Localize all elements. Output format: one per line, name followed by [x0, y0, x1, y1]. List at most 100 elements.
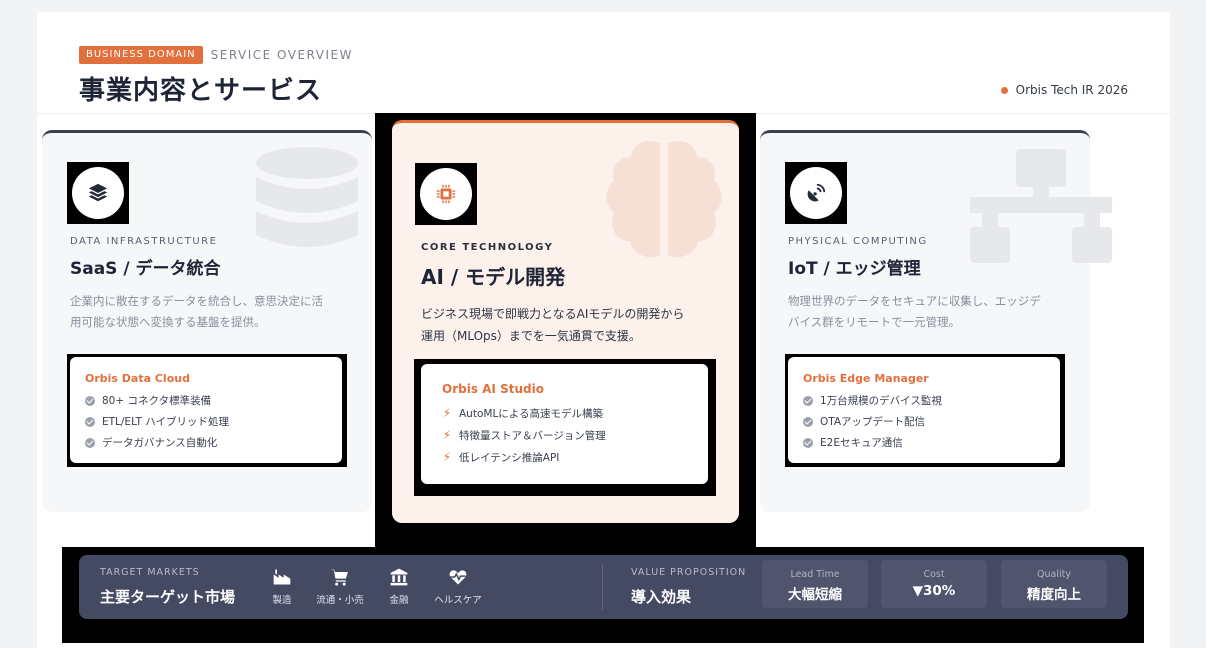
heartbeat-icon — [449, 570, 467, 585]
header: BUSINESS DOMAIN SERVICE OVERVIEW 事業内容とサー… — [37, 12, 1170, 114]
card-eyebrow: DATA INFRASTRUCTURE — [70, 236, 218, 247]
metric-value: 大幅短縮 — [788, 587, 842, 603]
product-name: Orbis Edge Manager — [803, 372, 929, 385]
feature-list: 1万台規模のデバイス監視 OTAアップデート配信 E2Eセキュア通信 — [803, 390, 942, 453]
feature-text: OTAアップデート配信 — [820, 416, 926, 428]
industry-icon — [273, 569, 291, 585]
feature-box: Orbis Data Cloud 80+ コネクタ標準装備 ETL/ELT ハイ… — [70, 357, 342, 463]
feature-text: AutoMLによる高速モデル構築 — [459, 407, 603, 420]
card-physical-computing: PHYSICAL COMPUTING IoT / エッジ管理 物理世界のデータを… — [760, 130, 1112, 512]
cart-icon — [330, 569, 348, 586]
feature-text: データガバナンス自動化 — [102, 437, 218, 449]
icon-frame — [67, 162, 129, 224]
feature-item: OTAアップデート配信 — [803, 411, 942, 432]
check-circle-icon — [803, 416, 813, 427]
desc-line: 企業内に散在するデータを統合し、意思決定に活 — [70, 294, 323, 308]
icon-circle — [420, 168, 472, 220]
desc-line: 用可能な状態へ変換する基盤を提供。 — [70, 315, 266, 329]
metric-value: 精度向上 — [1027, 587, 1081, 603]
check-circle-icon — [803, 395, 813, 406]
card-description: 企業内に散在するデータを統合し、意思決定に活 用可能な状態へ変換する基盤を提供。 — [70, 291, 323, 333]
feature-text: E2Eセキュア通信 — [820, 437, 903, 449]
feature-frame: Orbis Data Cloud 80+ コネクタ標準装備 ETL/ELT ハイ… — [67, 354, 347, 467]
desc-line: バイス群をリモートで一元管理。 — [788, 315, 961, 329]
feature-text: ETL/ELT ハイブリッド処理 — [102, 416, 230, 428]
divider — [602, 564, 603, 610]
market-label: 流通・小売 — [316, 595, 364, 606]
desc-line: 物理世界のデータをセキュアに収集し、エッジデ — [788, 294, 1041, 308]
bolt-icon: ⚡ — [442, 428, 452, 442]
icon-frame — [785, 162, 847, 224]
card-description: ビジネス現場で即戦力となるAIモデルの開発から 運用（MLOps）までを一気通貫… — [421, 303, 684, 347]
bottom-bar: TARGET MARKETS 主要ターゲット市場 製造 流通・小売 金融 ヘルス… — [79, 555, 1128, 619]
market-label: ヘルスケア — [434, 595, 482, 606]
metric-label: Cost — [923, 569, 945, 580]
card-eyebrow: PHYSICAL COMPUTING — [788, 236, 928, 247]
feature-box: Orbis AI Studio ⚡ AutoMLによる高速モデル構築 ⚡ 特徴量スト… — [421, 364, 708, 484]
bolt-icon: ⚡ — [442, 406, 452, 420]
check-circle-icon — [803, 437, 813, 448]
card-description: 物理世界のデータをセキュアに収集し、エッジデ バイス群をリモートで一元管理。 — [788, 291, 1041, 333]
icon-circle — [790, 167, 842, 219]
feature-item: E2Eセキュア通信 — [803, 432, 942, 453]
metric-cost: Cost ▼30% — [881, 560, 987, 608]
card-core-technology: CORE TECHNOLOGY AI / モデル開発 ビジネス現場で即戦力となる… — [392, 120, 739, 523]
icon-circle — [72, 167, 124, 219]
check-circle-icon — [85, 395, 95, 406]
brand-dot-icon — [1000, 86, 1008, 94]
brand-text: Orbis Tech IR 2026 — [1015, 83, 1128, 97]
database-icon — [256, 147, 358, 247]
metric-label: Lead Time — [790, 569, 840, 580]
feature-item: 1万台規模のデバイス監視 — [803, 390, 942, 411]
section-subtag: SERVICE OVERVIEW — [210, 48, 353, 62]
value-title: 導入効果 — [631, 588, 692, 606]
satellite-dish-icon — [807, 183, 826, 202]
feature-text: 特徴量ストア＆バージョン管理 — [459, 429, 606, 442]
bolt-icon: ⚡ — [442, 450, 452, 464]
cpu-chip-icon — [436, 184, 456, 204]
feature-frame: Orbis AI Studio ⚡ AutoMLによる高速モデル構築 ⚡ 特徴量スト… — [414, 359, 716, 496]
card-data-infrastructure: DATA INFRASTRUCTURE SaaS / データ統合 企業内に散在す… — [42, 130, 372, 512]
desc-line: ビジネス現場で即戦力となるAIモデルの開発から — [421, 307, 685, 321]
section-tag: BUSINESS DOMAIN — [79, 46, 203, 64]
product-name: Orbis AI Studio — [442, 382, 544, 396]
card-title: SaaS / データ統合 — [70, 259, 221, 279]
market-label: 製造 — [272, 595, 292, 606]
card-eyebrow: CORE TECHNOLOGY — [421, 242, 554, 253]
market-retail: 流通・小売 — [310, 567, 370, 606]
card-title: AI / モデル開発 — [421, 265, 566, 289]
page-title: 事業内容とサービス — [79, 76, 323, 106]
feature-text: 低レイテンシ推論API — [459, 451, 560, 464]
market-manufacturing: 製造 — [252, 567, 312, 606]
tag-row: BUSINESS DOMAIN SERVICE OVERVIEW — [79, 46, 353, 64]
card-title: IoT / エッジ管理 — [788, 259, 921, 279]
check-circle-icon — [85, 416, 95, 427]
feature-frame: Orbis Edge Manager 1万台規模のデバイス監視 OTAアップデー… — [785, 354, 1065, 467]
value-label: VALUE PROPOSITION — [631, 567, 747, 578]
feature-text: 80+ コネクタ標準装備 — [102, 395, 212, 407]
feature-item: ⚡ 低レイテンシ推論API — [442, 446, 606, 468]
metric-value: ▼30% — [912, 583, 956, 599]
market-label: 金融 — [389, 595, 409, 606]
metric-quality: Quality 精度向上 — [1001, 560, 1107, 608]
market-finance: 金融 — [369, 567, 429, 606]
feature-list: 80+ コネクタ標準装備 ETL/ELT ハイブリッド処理 データガバナンス自動… — [85, 390, 229, 453]
brain-icon — [606, 140, 722, 258]
metric-label: Quality — [1037, 569, 1071, 580]
network-icon — [970, 149, 1112, 263]
feature-box: Orbis Edge Manager 1万台規模のデバイス監視 OTAアップデー… — [788, 357, 1060, 463]
feature-item: ⚡ AutoMLによる高速モデル構築 — [442, 402, 606, 424]
feature-item: 80+ コネクタ標準装備 — [85, 390, 229, 411]
feature-text: 1万台規模のデバイス監視 — [820, 395, 942, 407]
bank-icon — [390, 568, 408, 586]
market-healthcare: ヘルスケア — [428, 567, 488, 606]
check-circle-icon — [85, 437, 95, 448]
markets-label: TARGET MARKETS — [100, 567, 200, 578]
brand-label: Orbis Tech IR 2026 — [1000, 83, 1128, 97]
metric-lead-time: Lead Time 大幅短縮 — [762, 560, 868, 608]
layers-icon — [88, 183, 108, 202]
product-name: Orbis Data Cloud — [85, 372, 190, 385]
markets-title: 主要ターゲット市場 — [100, 588, 236, 606]
feature-list: ⚡ AutoMLによる高速モデル構築 ⚡ 特徴量ストア＆バージョン管理 ⚡ 低レイテン… — [442, 402, 606, 468]
feature-item: ETL/ELT ハイブリッド処理 — [85, 411, 229, 432]
